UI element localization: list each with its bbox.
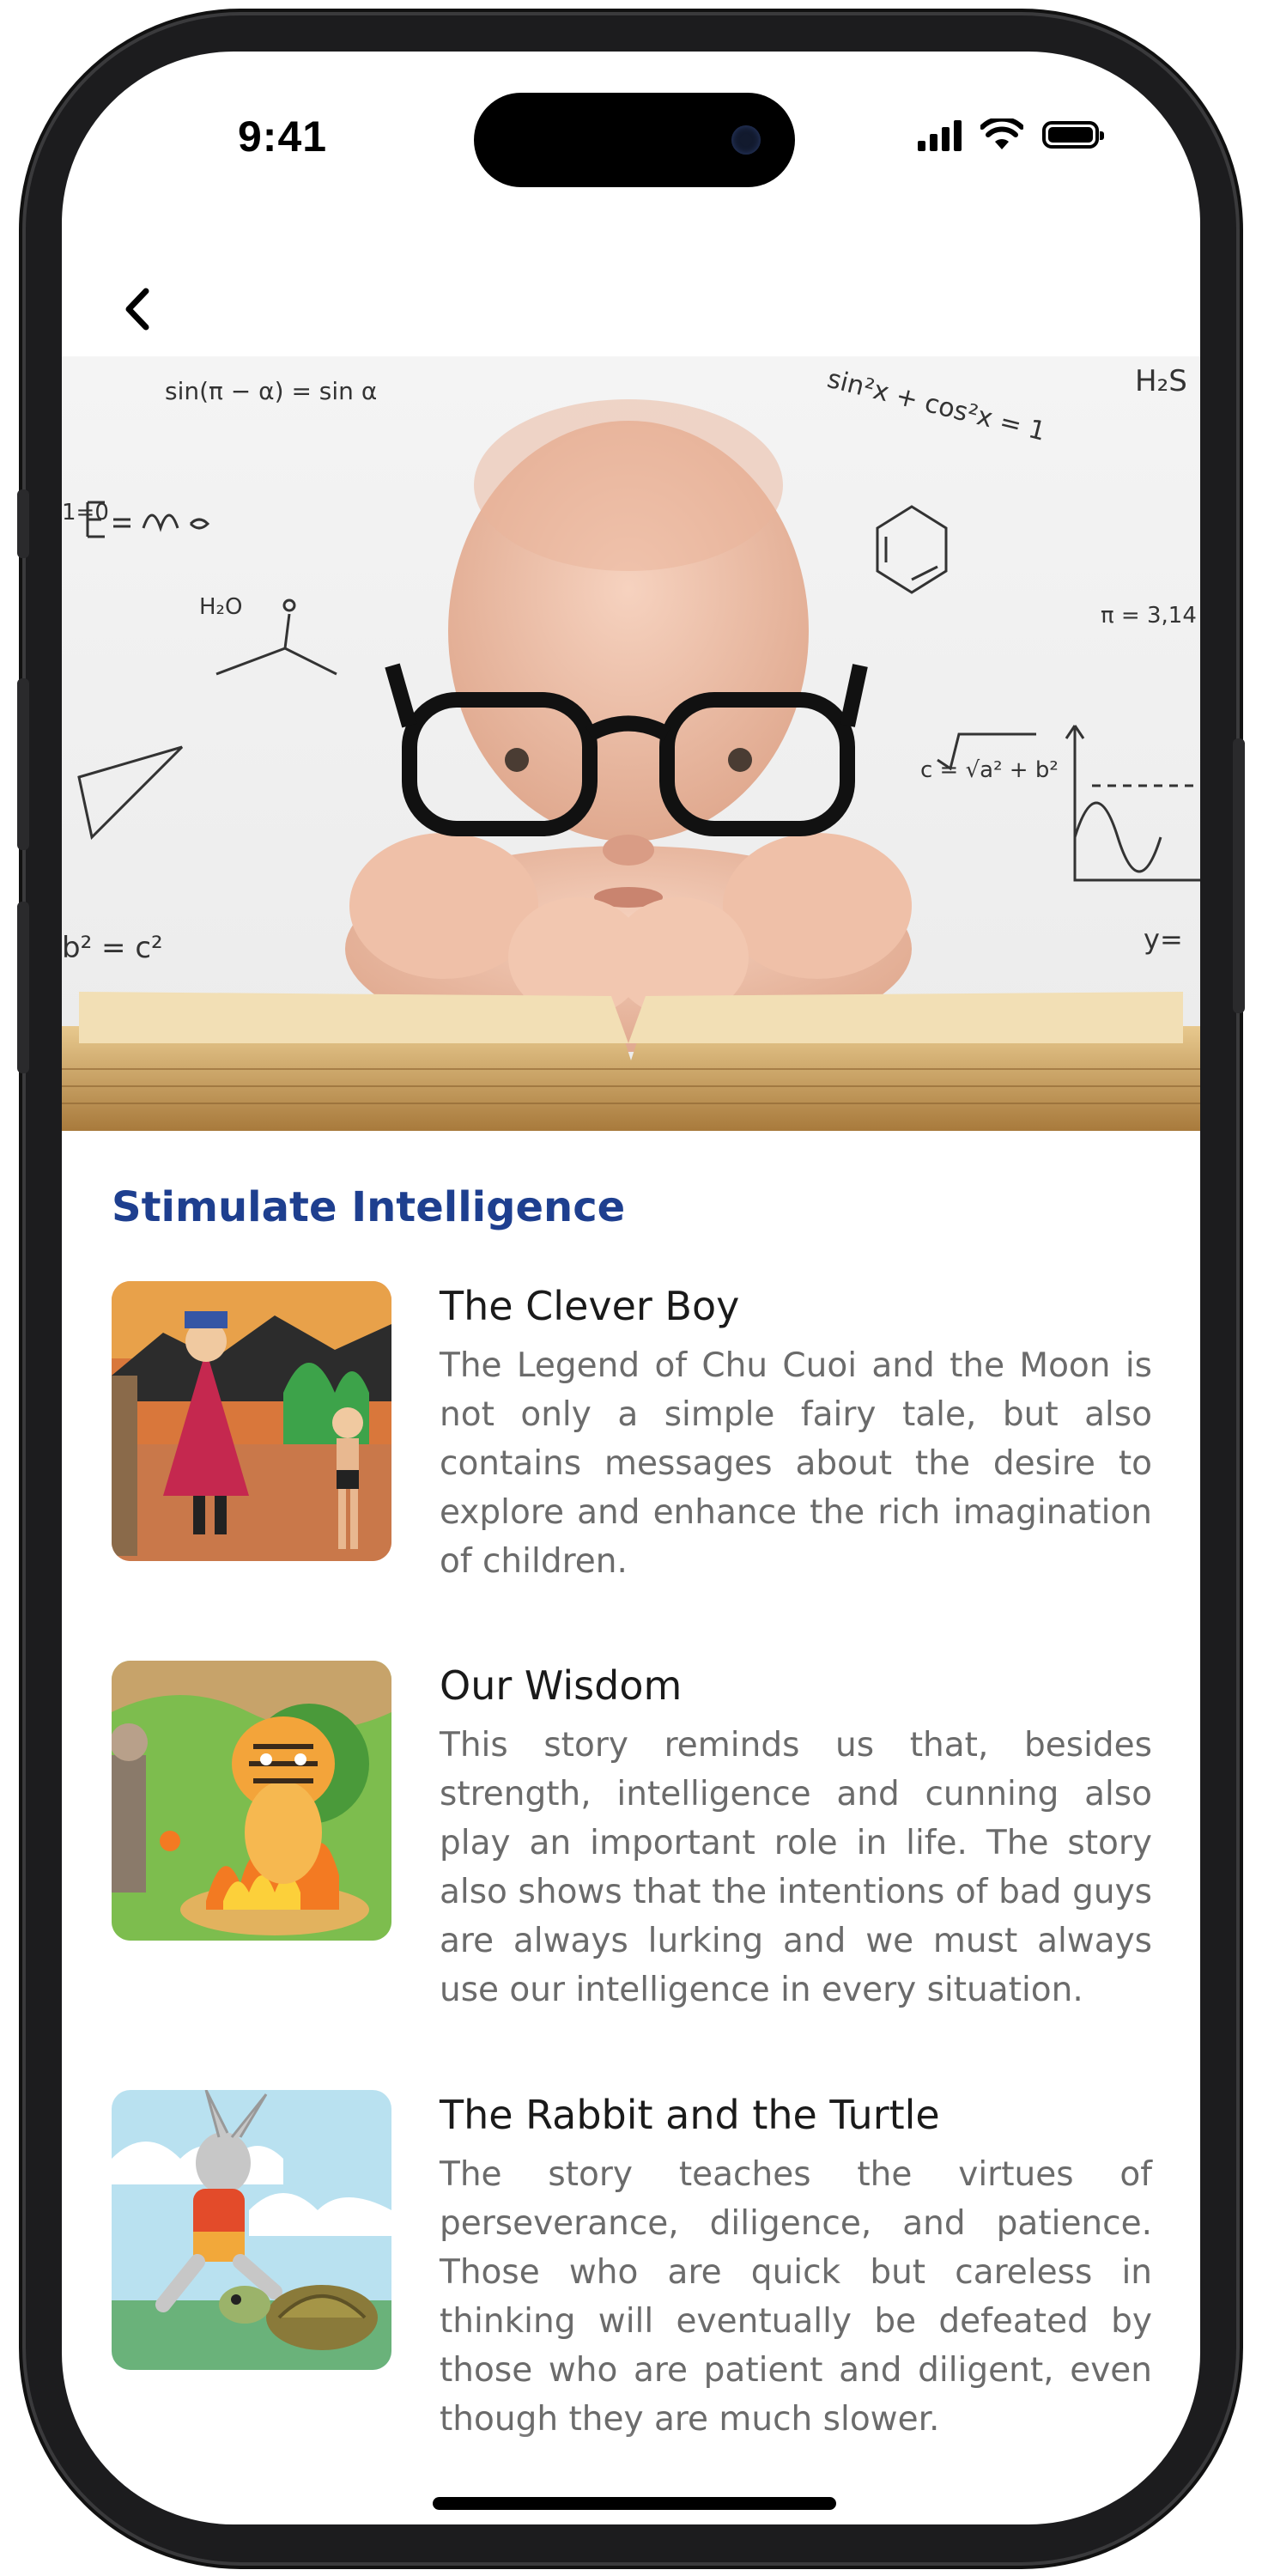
story-text: The Clever Boy The Legend of Chu Cuoi an… (440, 1281, 1152, 1586)
scroll-fade (62, 2430, 1200, 2499)
volume-down-button (17, 902, 29, 1073)
story-title: The Clever Boy (440, 1283, 740, 1329)
hero-illustration: sin(π − α) = sin α sin²x + cos²x = 1 H₂O… (62, 364, 1200, 1131)
camera-icon (731, 125, 761, 155)
story-thumbnail (112, 2090, 391, 2370)
dynamic-island (474, 93, 795, 187)
clever-boy-illustration (112, 1281, 391, 1561)
section-title: Stimulate Intelligence (112, 1183, 626, 1231)
svg-text:c = √a² + b²: c = √a² + b² (920, 757, 1059, 783)
svg-text:sin²x + cos²x = 1: sin²x + cos²x = 1 (824, 364, 1048, 447)
chevron-left-icon (125, 288, 149, 331)
svg-text:1=0: 1=0 (62, 500, 109, 526)
story-thumbnail (112, 1281, 391, 1561)
home-indicator[interactable] (433, 2497, 836, 2510)
story-item-clever-boy[interactable]: The Clever Boy The Legend of Chu Cuoi an… (112, 1281, 1152, 1586)
story-text: Our Wisdom This story reminds us that, b… (440, 1661, 1152, 2014)
story-description: The Legend of Chu Cuoi and the Moon is n… (440, 1346, 1152, 1581)
story-thumbnail (112, 1661, 391, 1941)
status-time: 9:41 (238, 112, 328, 161)
back-button[interactable] (110, 282, 165, 337)
hero-image: sin(π − α) = sin α sin²x + cos²x = 1 H₂O… (62, 356, 1200, 1131)
story-title: Our Wisdom (440, 1662, 683, 1709)
our-wisdom-illustration (112, 1661, 391, 1941)
action-button (17, 489, 29, 558)
rabbit-turtle-illustration (112, 2090, 391, 2370)
svg-text:b² = c²: b² = c² (62, 931, 163, 965)
volume-up-button (17, 678, 29, 850)
story-item-our-wisdom[interactable]: Our Wisdom This story reminds us that, b… (112, 1661, 1152, 2014)
story-item-rabbit-turtle[interactable]: The Rabbit and the Turtle The story teac… (112, 2090, 1152, 2444)
svg-text:π = 3,14: π = 3,14 (1101, 603, 1197, 629)
story-description: The story teaches the virtues of perseve… (440, 2155, 1152, 2439)
app-screen: 9:41 sin(π − α) = sin α sin²x + cos²x = … (62, 52, 1200, 2524)
battery-icon (1042, 121, 1104, 149)
story-description: This story reminds us that, besides stre… (440, 1726, 1152, 2009)
svg-text:H₂O: H₂O (199, 594, 242, 620)
story-text: The Rabbit and the Turtle The story teac… (440, 2090, 1152, 2444)
status-icons (918, 118, 1104, 151)
wifi-icon (980, 118, 1023, 149)
story-title: The Rabbit and the Turtle (440, 2092, 940, 2138)
power-button (1233, 738, 1245, 1013)
svg-text:H₂S: H₂S (1135, 364, 1187, 398)
svg-text:sin(π − α) = sin α: sin(π − α) = sin α (165, 377, 377, 405)
cellular-signal-icon (918, 118, 962, 151)
svg-text:y=: y= (1144, 923, 1183, 956)
